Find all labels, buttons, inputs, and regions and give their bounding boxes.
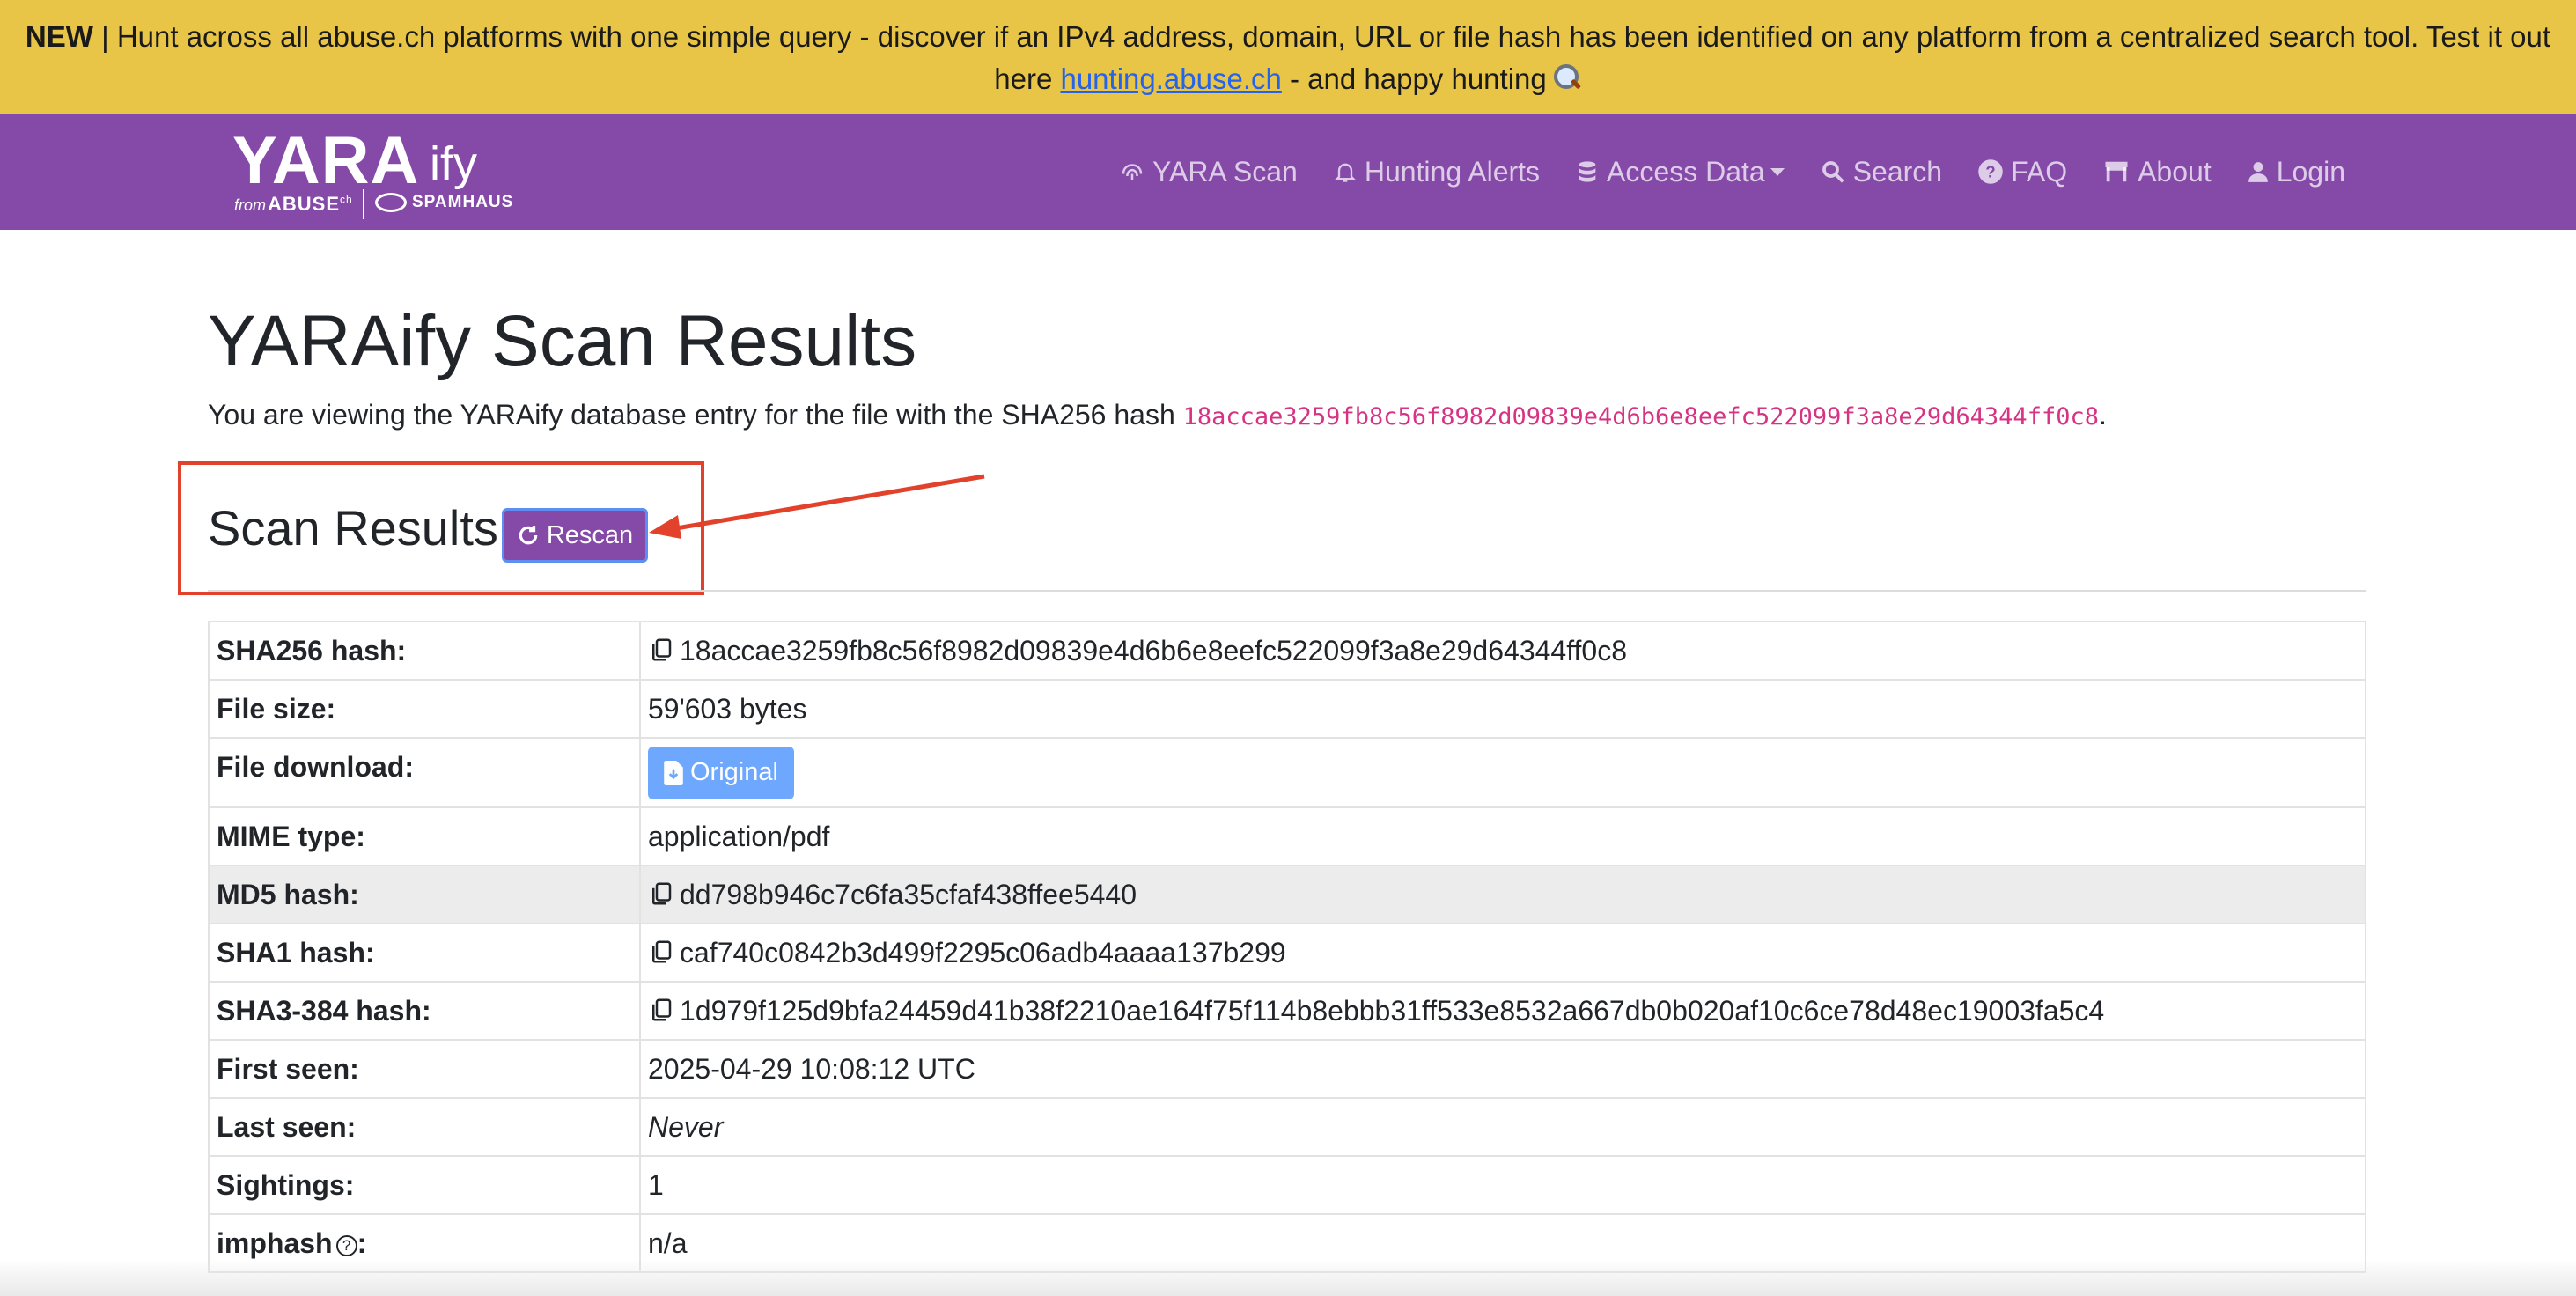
sha256-value: 18accae3259fb8c56f8982d09839e4d6b6e8eefc…: [680, 634, 1627, 666]
logo-spamhaus: SPAMHAUS: [375, 193, 513, 212]
download-original-label: Original: [690, 758, 778, 786]
file-size-key: File size:: [208, 679, 641, 739]
intro-hash: 18accae3259fb8c56f8982d09839e4d6b6e8eefc…: [1182, 403, 2099, 431]
fingerprint-icon: [1122, 164, 1143, 180]
banner-text-end: - and happy hunting: [1281, 63, 1547, 95]
sha1-cell: caf740c0842b3d499f2295c06adb4aaaa137b299: [639, 923, 2366, 983]
file-download-cell: Original: [639, 737, 2366, 808]
nav-search-label: Search: [1852, 155, 1943, 188]
copy-icon[interactable]: [648, 637, 674, 663]
announcement-banner: NEW | Hunt across all abuse.ch platforms…: [0, 0, 2576, 114]
copy-icon[interactable]: [648, 997, 674, 1023]
first-seen-key: First seen:: [208, 1039, 641, 1099]
file-download-key: File download:: [208, 737, 641, 808]
copy-icon[interactable]: [648, 880, 674, 907]
nav-login-label: Login: [2276, 155, 2345, 188]
logo-yara: YARA: [232, 123, 420, 198]
mime-type-value: application/pdf: [639, 806, 2366, 866]
magnifier-icon: [1552, 63, 1582, 92]
section-divider: [208, 590, 2366, 592]
sha3-384-cell: 1d979f125d9bfa24459d41b38f2210ae164f75f1…: [639, 981, 2366, 1041]
download-original-button[interactable]: Original: [648, 746, 794, 799]
logo-from: from: [234, 196, 266, 214]
logo-abuse: ABUSEch: [268, 193, 353, 215]
nav-hunting-alerts[interactable]: Hunting Alerts: [1333, 156, 1540, 188]
banner-new-label: NEW: [25, 20, 93, 53]
table-row: First seen: 2025-04-29 10:08:12 UTC: [208, 1039, 2366, 1099]
shop-icon: [2105, 161, 2128, 182]
sha256-cell: 18accae3259fb8c56f8982d09839e4d6b6e8eefc…: [639, 621, 2366, 681]
nav-yara-scan[interactable]: YARA Scan: [1119, 156, 1298, 188]
nav-yara-scan-label: YARA Scan: [1152, 155, 1298, 188]
help-icon[interactable]: ?: [335, 1234, 357, 1256]
sightings-value: 1: [639, 1155, 2366, 1215]
banner-hunting-link[interactable]: hunting.abuse.ch: [1060, 63, 1281, 95]
nav-about[interactable]: About: [2102, 156, 2212, 188]
nav-search[interactable]: Search: [1820, 156, 1942, 188]
refresh-icon: [519, 526, 538, 545]
bell-icon: [1334, 163, 1356, 182]
sha256-key: SHA256 hash:: [208, 621, 641, 681]
table-row: SHA1 hash: caf740c0842b3d499f2295c06adb4…: [208, 923, 2366, 983]
search-icon: [1822, 161, 1844, 183]
sha3-384-value: 1d979f125d9bfa24459d41b38f2210ae164f75f1…: [680, 994, 2105, 1027]
svg-text:?: ?: [1985, 162, 1995, 180]
table-row: File download: Original: [208, 737, 2366, 808]
md5-key: MD5 hash:: [208, 865, 641, 924]
table-row: MD5 hash: dd798b946c7c6fa35cfaf438ffee54…: [208, 865, 2366, 924]
table-row: Last seen: Never: [208, 1097, 2366, 1157]
nav-hunting-alerts-label: Hunting Alerts: [1364, 155, 1541, 188]
sightings-key: Sightings:: [208, 1155, 641, 1215]
sha1-key: SHA1 hash:: [208, 923, 641, 983]
table-row: Sightings: 1: [208, 1155, 2366, 1215]
nav-faq[interactable]: ? FAQ: [1977, 156, 2067, 188]
file-details-table: SHA256 hash: 18accae3259fb8c56f8982d0983…: [208, 621, 2366, 1273]
nav-access-data-label: Access Data: [1607, 155, 1765, 188]
yaraify-logo[interactable]: YARA ify from ABUSEch SPAMHAUS: [232, 122, 523, 221]
intro-text: You are viewing the YARAify database ent…: [208, 399, 2107, 431]
file-download-icon: [664, 760, 683, 785]
table-row: MIME type: application/pdf: [208, 806, 2366, 866]
mime-type-key: MIME type:: [208, 806, 641, 866]
page-title: YARAify Scan Results: [208, 301, 917, 381]
spamhaus-icon: [375, 193, 407, 212]
logo-separator: [363, 189, 364, 219]
question-circle-icon: ?: [1978, 159, 2003, 184]
user-icon: [2248, 162, 2268, 182]
md5-value: dd798b946c7c6fa35cfaf438ffee5440: [680, 878, 1137, 910]
nav-access-data[interactable]: Access Data: [1575, 156, 1785, 188]
file-size-value: 59'603 bytes: [639, 679, 2366, 739]
last-seen-key: Last seen:: [208, 1097, 641, 1157]
database-icon: [1579, 161, 1596, 182]
top-navbar: YARA ify from ABUSEch SPAMHAUS YARA Scan…: [0, 114, 2576, 230]
nav-about-label: About: [2138, 155, 2212, 188]
table-row: File size: 59'603 bytes: [208, 679, 2366, 739]
copy-icon[interactable]: [648, 939, 674, 965]
sha1-value: caf740c0842b3d499f2295c06adb4aaaa137b299: [680, 936, 1286, 968]
logo-ify: ify: [430, 137, 477, 190]
sha3-384-key: SHA3-384 hash:: [208, 981, 641, 1041]
nav-links: YARA Scan Hunting Alerts Access Data Sea…: [1084, 114, 2345, 230]
chevron-down-icon: [1770, 167, 1785, 176]
first-seen-value: 2025-04-29 10:08:12 UTC: [639, 1039, 2366, 1099]
scan-results-heading: Scan Results: [208, 500, 498, 556]
last-seen-value: Never: [639, 1097, 2366, 1157]
table-row: SHA256 hash: 18accae3259fb8c56f8982d0983…: [208, 621, 2366, 681]
table-row: SHA3-384 hash: 1d979f125d9bfa24459d41b38…: [208, 981, 2366, 1041]
bottom-fade: [0, 1259, 2576, 1296]
rescan-label: Rescan: [546, 520, 634, 549]
md5-cell: dd798b946c7c6fa35cfaf438ffee5440: [639, 865, 2366, 924]
nav-login[interactable]: Login: [2247, 156, 2345, 188]
nav-faq-label: FAQ: [2011, 155, 2068, 188]
rescan-button[interactable]: Rescan: [502, 508, 648, 563]
